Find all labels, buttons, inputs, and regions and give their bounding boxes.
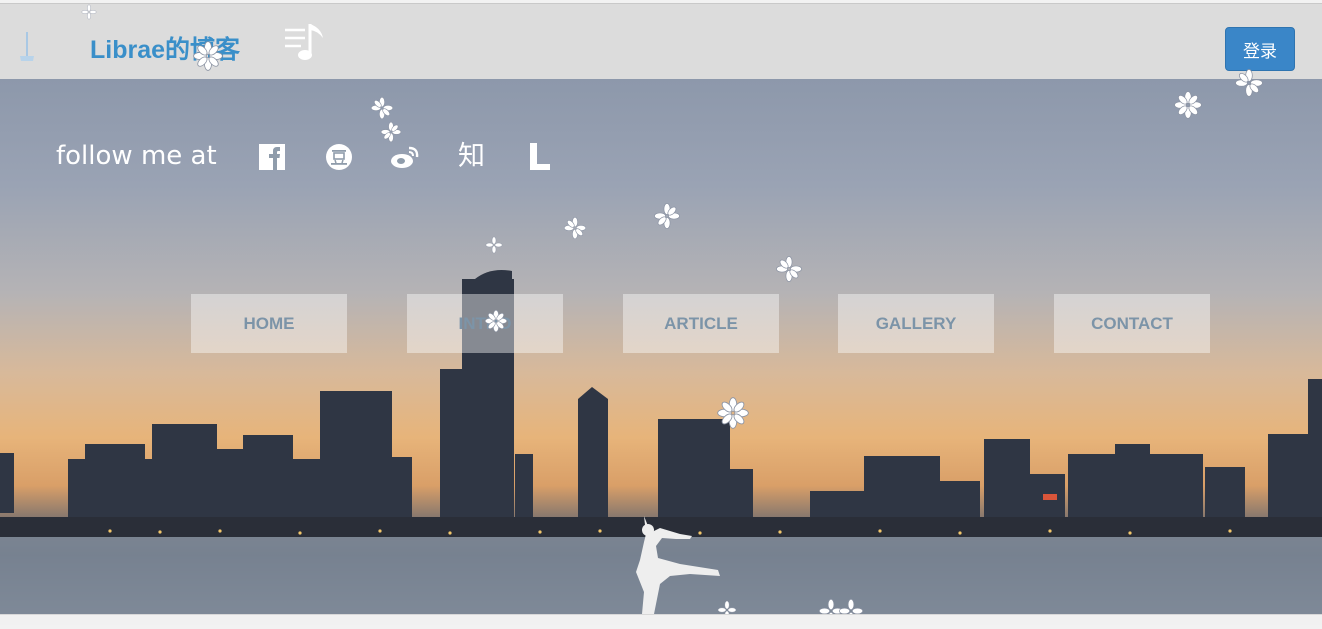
snowflake-decoration xyxy=(775,255,803,283)
nav-contact-button[interactable]: CONTACT xyxy=(1054,294,1210,353)
facebook-icon[interactable] xyxy=(256,141,288,173)
snowflake-decoration xyxy=(653,202,681,230)
snowflake-decoration xyxy=(563,216,587,240)
nav-article-button[interactable]: ARTICLE xyxy=(623,294,779,353)
ballerina-silhouette xyxy=(636,516,720,614)
broom-icon xyxy=(20,32,34,61)
snowflake-decoration xyxy=(484,309,508,333)
snowflake-decoration xyxy=(380,121,402,143)
nav-home-button[interactable]: HOME xyxy=(191,294,347,353)
follow-me-label: follow me at xyxy=(56,141,217,171)
snowflake-decoration xyxy=(370,96,394,120)
nav-gallery-button[interactable]: GALLERY xyxy=(838,294,994,353)
browser-status-bar xyxy=(0,614,1322,625)
snowflake-decoration xyxy=(1234,68,1264,98)
login-button[interactable]: 登录 xyxy=(1225,27,1295,71)
snowflake-decoration xyxy=(485,236,503,254)
lofter-icon[interactable] xyxy=(528,141,560,173)
snowflake-decoration xyxy=(192,40,224,72)
weibo-icon[interactable] xyxy=(389,141,421,173)
snowflake-decoration xyxy=(716,396,750,430)
snowflake-decoration xyxy=(81,4,97,20)
hero-banner: follow me at 知 HOME INTRO ARTICLE GALLER… xyxy=(0,79,1322,614)
music-note-icon[interactable] xyxy=(283,20,331,64)
zhihu-icon[interactable]: 知 xyxy=(458,141,490,173)
douban-icon[interactable] xyxy=(323,141,355,173)
snowflake-decoration xyxy=(1173,90,1203,120)
